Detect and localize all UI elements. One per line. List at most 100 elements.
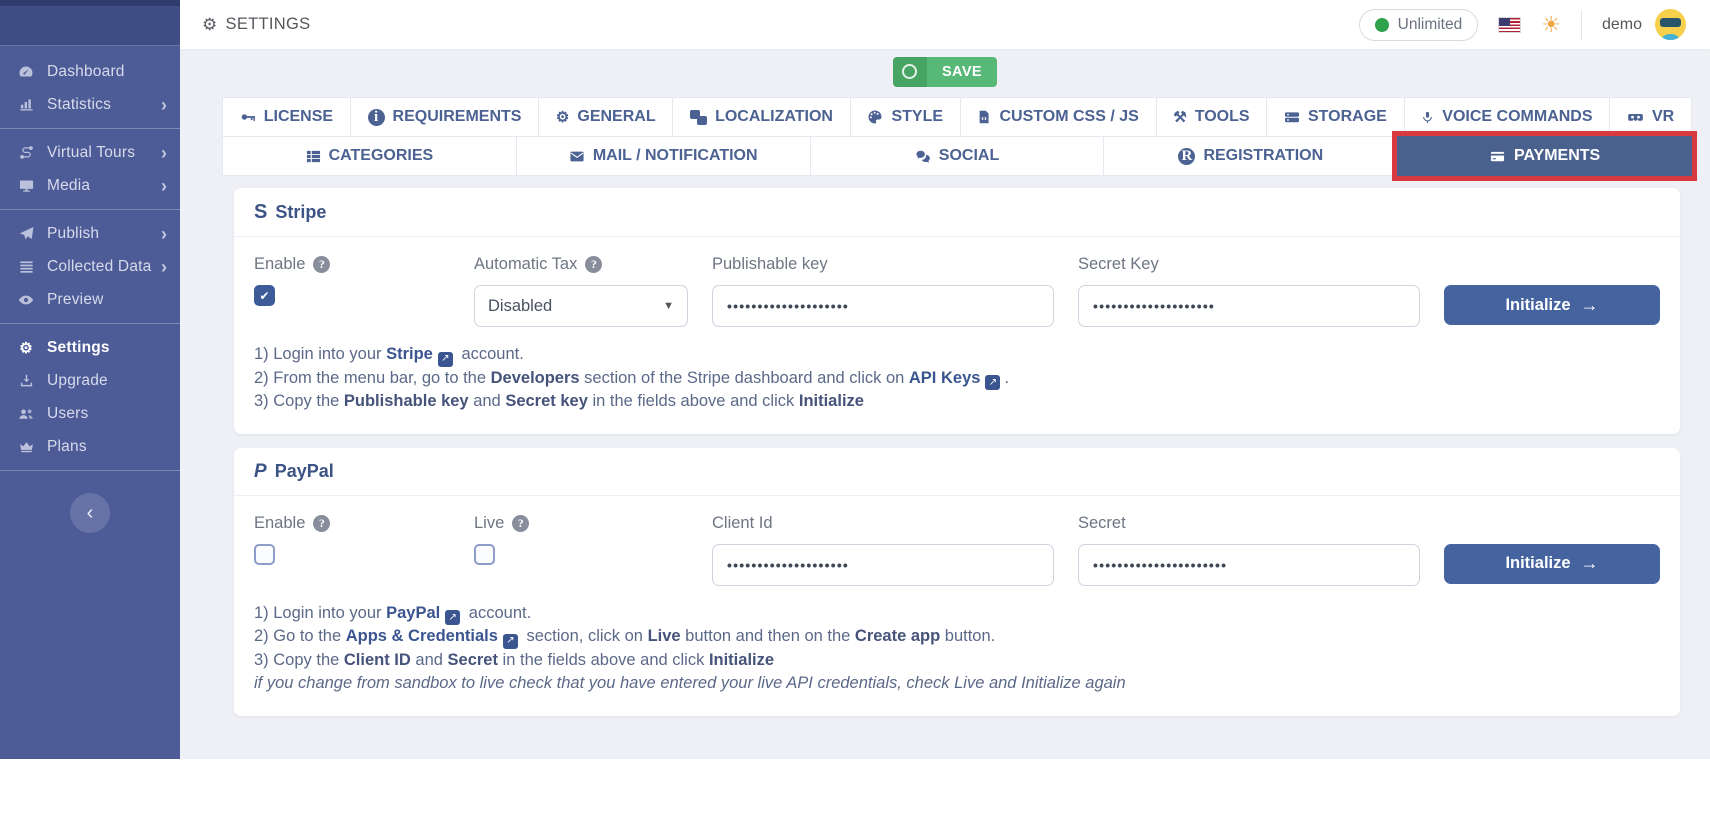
header-right-cluster: Unlimited ☀ demo [1358,8,1686,41]
tab-vr[interactable]: VR [1609,97,1692,137]
paypal-secret-field: Secret •••••••••••••••••••••• [1078,513,1420,586]
sidebar-collapse-button[interactable]: ‹ [70,493,110,533]
sidebar-item-publish[interactable]: Publish › [0,217,180,250]
stripe-card-title: Stripe [275,202,327,222]
tab-mail-notification[interactable]: MAIL / NOTIFICATION [515,136,811,176]
client-id-masked-value: •••••••••••••••••••• [727,556,850,573]
chevron-right-icon: › [161,94,167,115]
save-button-label: SAVE [926,56,997,87]
sun-icon[interactable]: ☀ [1541,13,1561,36]
save-button[interactable]: SAVE [892,56,997,87]
tab-requirements[interactable]: i REQUIREMENTS [349,97,540,137]
sidebar-item-settings[interactable]: ⚙ Settings [0,331,180,364]
tab-registration[interactable]: R REGISTRATION [1103,136,1399,176]
route-icon [17,145,35,160]
check-icon: ✔ [259,288,270,303]
flag-us-icon[interactable] [1498,16,1522,33]
paypal-initialize-column: Initialize → [1444,513,1660,584]
text: account. [456,345,524,363]
tab-payments[interactable]: PAYMENTS [1397,136,1692,176]
sidebar-item-upgrade[interactable]: Upgrade [0,364,180,397]
avatar-body [1662,34,1679,40]
apps-credentials-link[interactable]: Apps & Credentials [346,627,498,645]
tab-categories[interactable]: CATEGORIES [222,136,517,176]
help-icon[interactable]: ? [512,514,530,532]
stripe-initialize-button[interactable]: Initialize → [1444,285,1660,325]
sidebar-item-dashboard[interactable]: Dashboard [0,55,180,88]
dashboard-icon [17,64,35,80]
secret-key-input[interactable]: •••••••••••••••••••• [1078,285,1420,327]
secret-label: Secret [1078,513,1126,532]
tab-style[interactable]: STYLE [849,97,961,137]
tab-localization[interactable]: LOCALIZATION [672,97,851,137]
paypal-live-checkbox[interactable] [474,543,495,565]
help-icon[interactable]: ? [585,256,603,273]
publishable-key-input[interactable]: •••••••••••••••••••• [712,285,1054,327]
sidebar: Dashboard Statistics › Virtual Tours › M… [0,0,180,759]
text: 2) From the menu bar, go to the [254,368,491,387]
text: button. [940,627,996,646]
text: button and then on the [680,627,855,646]
sidebar-item-preview[interactable]: Preview [0,283,180,316]
field-label: Secret Key [1078,254,1420,275]
help-icon[interactable]: ? [313,514,331,532]
sidebar-item-media[interactable]: Media › [0,169,180,202]
plan-badge[interactable]: Unlimited [1358,8,1479,41]
paypal-enable-checkbox[interactable] [254,543,275,565]
automatic-tax-label: Automatic Tax [474,255,578,273]
field-label: Client Id [712,513,1054,534]
sidebar-item-plans[interactable]: Plans [0,430,180,463]
secret-input[interactable]: •••••••••••••••••••••• [1078,543,1420,586]
paypal-instructions: 1) Login into your PayPal ↗ account. 2) G… [254,602,1660,696]
gears-icon: ⚙ [19,339,33,357]
stripe-initialize-column: Initialize → [1444,254,1660,325]
chevron-right-icon: › [161,256,167,277]
tab-license[interactable]: LICENSE [222,97,351,137]
server-icon [1284,109,1300,125]
stripe-card: S Stripe Enable ? ✔ Automatic Tax ? Disa… [234,188,1680,434]
text-bold: Secret [447,650,498,669]
external-link-icon[interactable]: ↗ [437,351,453,367]
stripe-enable-checkbox[interactable]: ✔ [254,285,275,306]
paypal-initialize-button[interactable]: Initialize → [1444,543,1660,584]
help-icon[interactable]: ? [313,256,331,273]
text-bold: Initialize [798,392,864,411]
sidebar-item-virtual-tours[interactable]: Virtual Tours › [0,136,180,169]
paypal-link[interactable]: PayPal [386,604,440,622]
text: 1) Login into your [254,603,387,622]
page-title: ⚙ SETTINGS [202,15,310,35]
mail-icon [569,149,585,164]
sidebar-item-users[interactable]: Users [0,397,180,430]
settings-content: LICENSE i REQUIREMENTS ⚙ GENERAL LOCALIZ… [180,94,1710,730]
sidebar-divider [0,209,180,210]
tab-label: MAIL / NOTIFICATION [592,147,758,164]
tab-voice-commands[interactable]: VOICE COMMANDS [1403,97,1611,137]
external-link-icon[interactable]: ↗ [985,375,1001,391]
api-keys-link[interactable]: API Keys [909,369,981,387]
sidebar-item-statistics[interactable]: Statistics › [0,88,180,121]
tab-general[interactable]: ⚙ GENERAL [538,97,674,137]
tab-tools[interactable]: ⚒ TOOLS [1155,97,1268,137]
stripe-link[interactable]: Stripe [386,345,433,363]
text: account. [464,603,532,622]
client-id-input[interactable]: •••••••••••••••••••• [712,543,1054,586]
external-link-icon[interactable]: ↗ [445,610,461,626]
publishable-key-label: Publishable key [712,255,828,273]
automatic-tax-select[interactable]: Disabled ▼ [474,285,688,327]
user-menu[interactable]: demo [1602,9,1686,40]
sidebar-item-collected-data[interactable]: Collected Data › [0,250,180,283]
crown-icon [17,439,35,454]
tab-label: TOOLS [1194,108,1250,125]
avatar[interactable] [1655,9,1686,40]
top-header: ⚙ SETTINGS Unlimited ☀ demo [180,0,1710,49]
sidebar-item-label: Plans [47,437,87,455]
tab-social[interactable]: SOCIAL [809,136,1105,176]
key-icon [240,109,256,125]
sidebar-item-label: Virtual Tours [47,143,136,161]
tab-custom-css-js[interactable]: CUSTOM CSS / JS [959,97,1157,137]
vr-headset-icon [1627,110,1644,125]
tab-storage[interactable]: STORAGE [1266,97,1405,137]
list-icon [17,259,35,274]
external-link-icon[interactable]: ↗ [502,633,518,649]
field-label: Live ? [474,513,688,534]
